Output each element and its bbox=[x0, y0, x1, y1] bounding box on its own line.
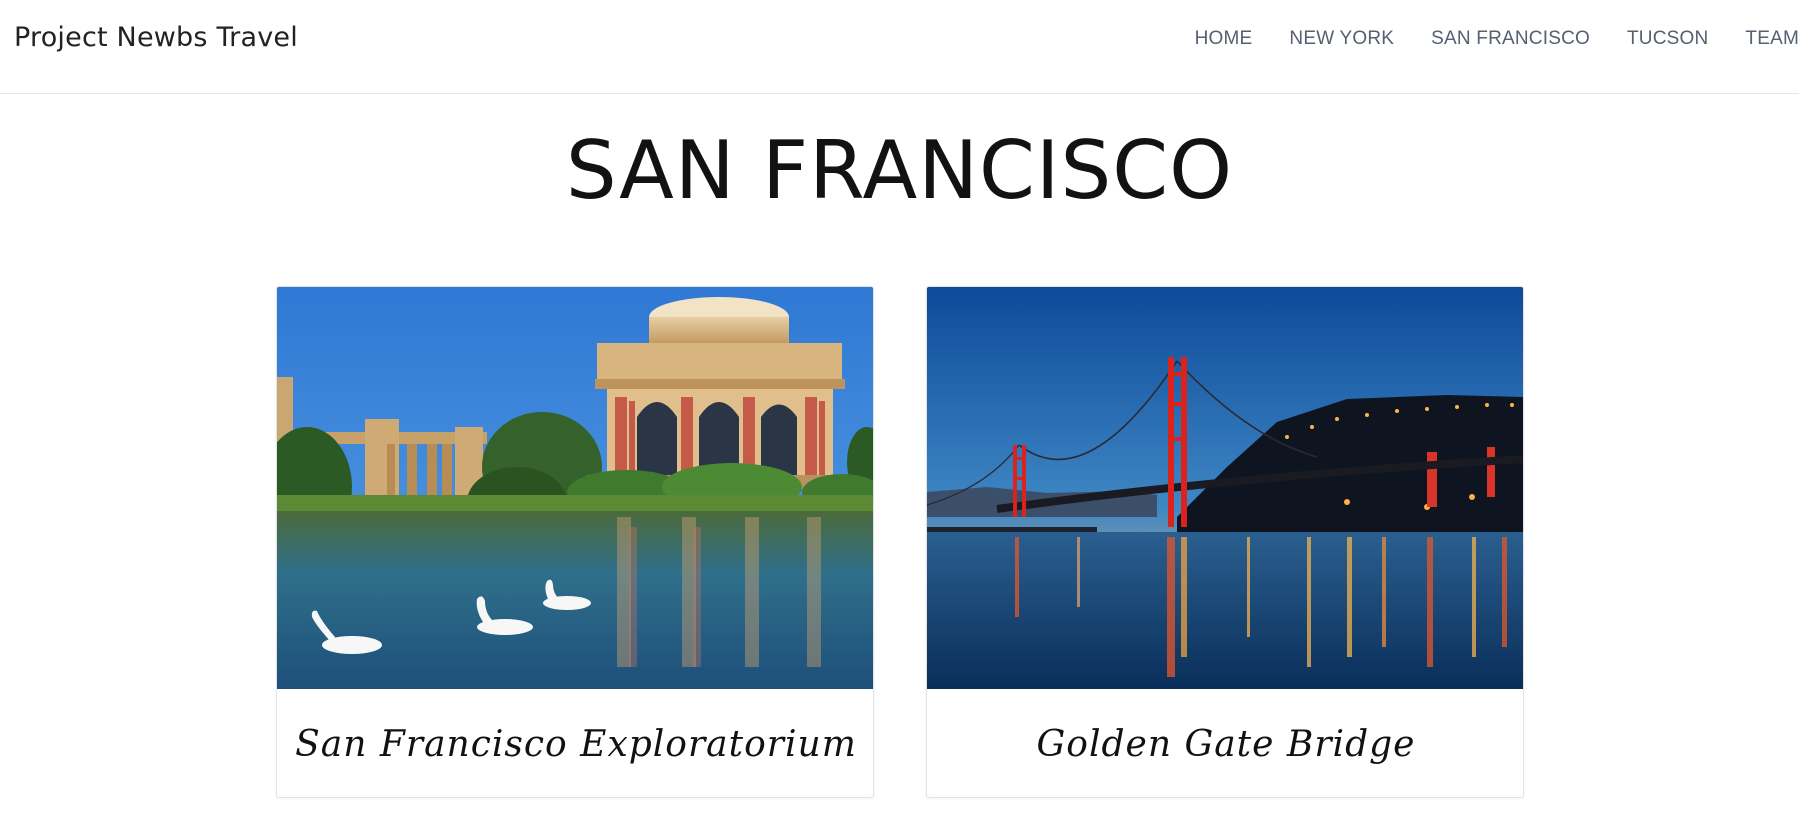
nav-new-york[interactable]: NEW YORK bbox=[1289, 28, 1394, 50]
nav-links: HOME NEW YORK SAN FRANCISCO TUCSON TEAM bbox=[1158, 28, 1799, 50]
nav-tucson[interactable]: TUCSON bbox=[1627, 28, 1708, 50]
card-golden-gate[interactable]: Golden Gate Bridge bbox=[926, 286, 1524, 798]
nav-home[interactable]: HOME bbox=[1195, 28, 1253, 50]
card-exploratorium[interactable]: San Francisco Exploratorium bbox=[276, 286, 874, 798]
card-caption-exploratorium: San Francisco Exploratorium bbox=[295, 723, 857, 765]
nav-team[interactable]: TEAM bbox=[1745, 28, 1799, 50]
nav-san-francisco[interactable]: SAN FRANCISCO bbox=[1431, 28, 1590, 50]
palace-of-fine-arts-photo bbox=[277, 287, 873, 689]
card-caption-golden-gate: Golden Gate Bridge bbox=[1036, 723, 1416, 765]
golden-gate-bridge-photo bbox=[927, 287, 1523, 689]
page-title: SAN FRANCISCO bbox=[565, 124, 1234, 217]
navbar: Project Newbs Travel HOME NEW YORK SAN F… bbox=[0, 0, 1799, 94]
brand-link[interactable]: Project Newbs Travel bbox=[14, 22, 298, 53]
